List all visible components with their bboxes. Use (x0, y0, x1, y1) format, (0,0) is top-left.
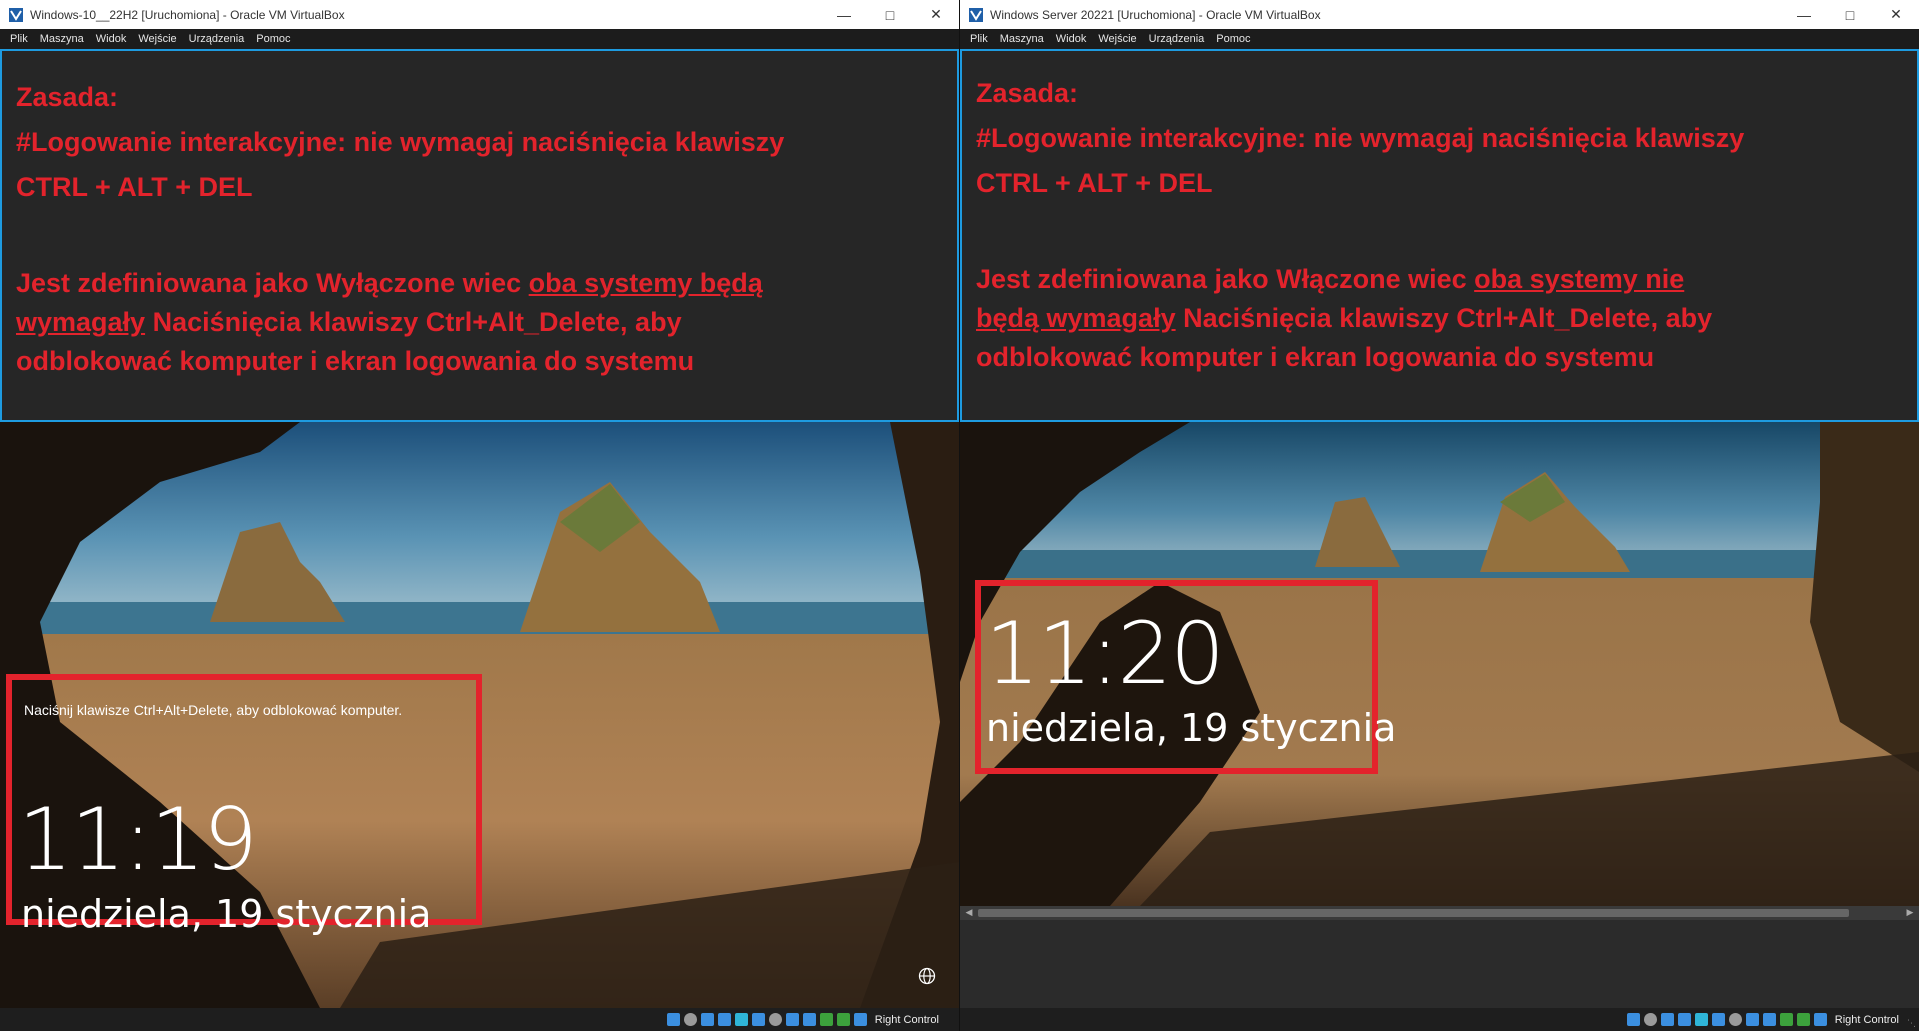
close-button[interactable]: ✕ (1873, 0, 1919, 29)
shared-folders-icon[interactable] (1711, 1013, 1725, 1026)
vm-window-right: Windows Server 20221 [Uruchomiona] - Ora… (960, 0, 1919, 1031)
menu-plik[interactable]: Plik (4, 33, 34, 45)
policy-note: Zasada: #Logowanie interakcyjne: nie wym… (0, 49, 959, 422)
note-underline: oba systemy będą (528, 268, 763, 298)
mouse-integration-icon[interactable] (1796, 1013, 1810, 1026)
guest-additions-icon[interactable] (1779, 1013, 1793, 1026)
display-icon[interactable] (768, 1013, 782, 1026)
empty-area (960, 920, 1919, 1008)
menu-urzadzenia[interactable]: Urządzenia (183, 33, 251, 45)
hard-disk-icon[interactable] (666, 1013, 680, 1026)
audio-icon[interactable] (700, 1013, 714, 1026)
menu-wejscie[interactable]: Wejście (132, 33, 182, 45)
minimize-icon: — (837, 6, 851, 23)
resize-grip-icon[interactable]: ⋱ (1907, 1019, 1917, 1029)
minimize-button[interactable]: — (1781, 0, 1827, 29)
network-icon[interactable] (1677, 1013, 1691, 1026)
menu-bar: Plik Maszyna Widok Wejście Urządzenia Po… (0, 29, 959, 49)
note-heading: Zasada: (976, 78, 1079, 108)
scroll-left-icon[interactable]: ◀ (962, 906, 976, 920)
title-bar[interactable]: Windows-10__22H2 [Uruchomiona] - Oracle … (0, 0, 959, 29)
menu-urzadzenia[interactable]: Urządzenia (1143, 33, 1211, 45)
menu-maszyna[interactable]: Maszyna (34, 33, 90, 45)
status-bar: Right Control (0, 1008, 959, 1031)
menu-maszyna[interactable]: Maszyna (994, 33, 1050, 45)
note-paragraph: Jest zdefiniowana jako Włączone wiec oba… (976, 260, 1903, 377)
keyboard-capture-icon[interactable] (1813, 1013, 1827, 1026)
maximize-button[interactable]: □ (1827, 0, 1873, 29)
note-policy-name: #Logowanie interakcyjne: nie wymagaj nac… (976, 123, 1745, 153)
optical-drive-icon[interactable] (683, 1013, 697, 1026)
status-bar: Right Control (960, 1008, 1919, 1031)
minimize-icon: — (1797, 6, 1811, 23)
shared-folders-icon[interactable] (751, 1013, 765, 1026)
close-icon: ✕ (930, 6, 942, 22)
note-text: odblokować komputer i ekran logowania do… (976, 342, 1655, 372)
scroll-right-icon[interactable]: ▶ (1903, 906, 1917, 920)
note-text: Naciśnięcia klawiszy Ctrl+Alt_Delete, ab… (145, 307, 682, 337)
recording-icon[interactable] (1745, 1013, 1759, 1026)
note-policy-name: #Logowanie interakcyjne: nie wymagaj nac… (16, 127, 785, 157)
menu-bar: Plik Maszyna Widok Wejście Urządzenia Po… (960, 29, 1919, 49)
vt-x-icon[interactable] (1762, 1013, 1776, 1026)
lock-date: niedziela, 19 stycznia (986, 706, 1397, 750)
scrollbar-thumb[interactable] (978, 909, 1849, 917)
window-title: Windows-10__22H2 [Uruchomiona] - Oracle … (30, 7, 345, 22)
host-key-label: Right Control (1834, 1013, 1899, 1026)
note-heading: Zasada: (16, 82, 119, 112)
note-text: Jest zdefiniowana jako Włączone wiec (976, 264, 1475, 294)
lock-clock: 11:20 (985, 604, 1225, 704)
close-icon: ✕ (1890, 6, 1902, 22)
note-text: odblokować komputer i ekran logowania do… (16, 346, 695, 376)
note-paragraph: Jest zdefiniowana jako Wyłączone wiec ob… (16, 264, 943, 381)
vm-screen[interactable]: Naciśnij klawisze Ctrl+Alt+Delete, aby o… (0, 422, 959, 1008)
note-keys: CTRL + ALT + DEL (16, 172, 253, 202)
window-title: Windows Server 20221 [Uruchomiona] - Ora… (990, 7, 1321, 22)
virtualbox-icon (9, 7, 23, 22)
guest-additions-icon[interactable] (819, 1013, 833, 1026)
menu-pomoc[interactable]: Pomoc (1210, 33, 1256, 45)
close-button[interactable]: ✕ (913, 0, 959, 29)
usb-icon[interactable] (1694, 1013, 1708, 1026)
audio-icon[interactable] (1660, 1013, 1674, 1026)
menu-pomoc[interactable]: Pomoc (250, 33, 296, 45)
vm-window-left: Windows-10__22H2 [Uruchomiona] - Oracle … (0, 0, 959, 1031)
vt-x-icon[interactable] (802, 1013, 816, 1026)
usb-icon[interactable] (734, 1013, 748, 1026)
network-icon[interactable] (717, 1013, 731, 1026)
maximize-icon: □ (885, 6, 895, 23)
note-keys: CTRL + ALT + DEL (976, 168, 1213, 198)
note-underline: będą wymagały (976, 303, 1176, 333)
hard-disk-icon[interactable] (1626, 1013, 1640, 1026)
menu-widok[interactable]: Widok (90, 33, 133, 45)
vm-screen[interactable]: 11:20 niedziela, 19 stycznia (960, 422, 1919, 906)
menu-widok[interactable]: Widok (1050, 33, 1093, 45)
mouse-integration-icon[interactable] (836, 1013, 850, 1026)
globe-icon[interactable] (918, 967, 936, 985)
host-key-label: Right Control (874, 1013, 939, 1026)
note-underline: oba systemy nie (1474, 264, 1685, 294)
note-underline: wymagały (16, 307, 146, 337)
title-bar[interactable]: Windows Server 20221 [Uruchomiona] - Ora… (960, 0, 1919, 29)
display-icon[interactable] (1728, 1013, 1742, 1026)
lock-date: niedziela, 19 stycznia (21, 892, 432, 936)
lock-clock: 11:19 (18, 790, 258, 890)
maximize-icon: □ (1845, 6, 1855, 23)
note-text: Jest zdefiniowana jako Wyłączone wiec (16, 268, 529, 298)
policy-note: Zasada: #Logowanie interakcyjne: nie wym… (960, 49, 1919, 422)
note-text: Naciśnięcia klawiszy Ctrl+Alt_Delete, ab… (1175, 303, 1713, 333)
menu-wejscie[interactable]: Wejście (1092, 33, 1142, 45)
horizontal-scrollbar[interactable]: ◀ ▶ (960, 906, 1919, 920)
maximize-button[interactable]: □ (867, 0, 913, 29)
minimize-button[interactable]: — (821, 0, 867, 29)
optical-drive-icon[interactable] (1643, 1013, 1657, 1026)
unlock-hint: Naciśnij klawisze Ctrl+Alt+Delete, aby o… (24, 702, 403, 718)
keyboard-capture-icon[interactable] (853, 1013, 867, 1026)
virtualbox-icon (969, 7, 983, 22)
recording-icon[interactable] (785, 1013, 799, 1026)
menu-plik[interactable]: Plik (964, 33, 994, 45)
